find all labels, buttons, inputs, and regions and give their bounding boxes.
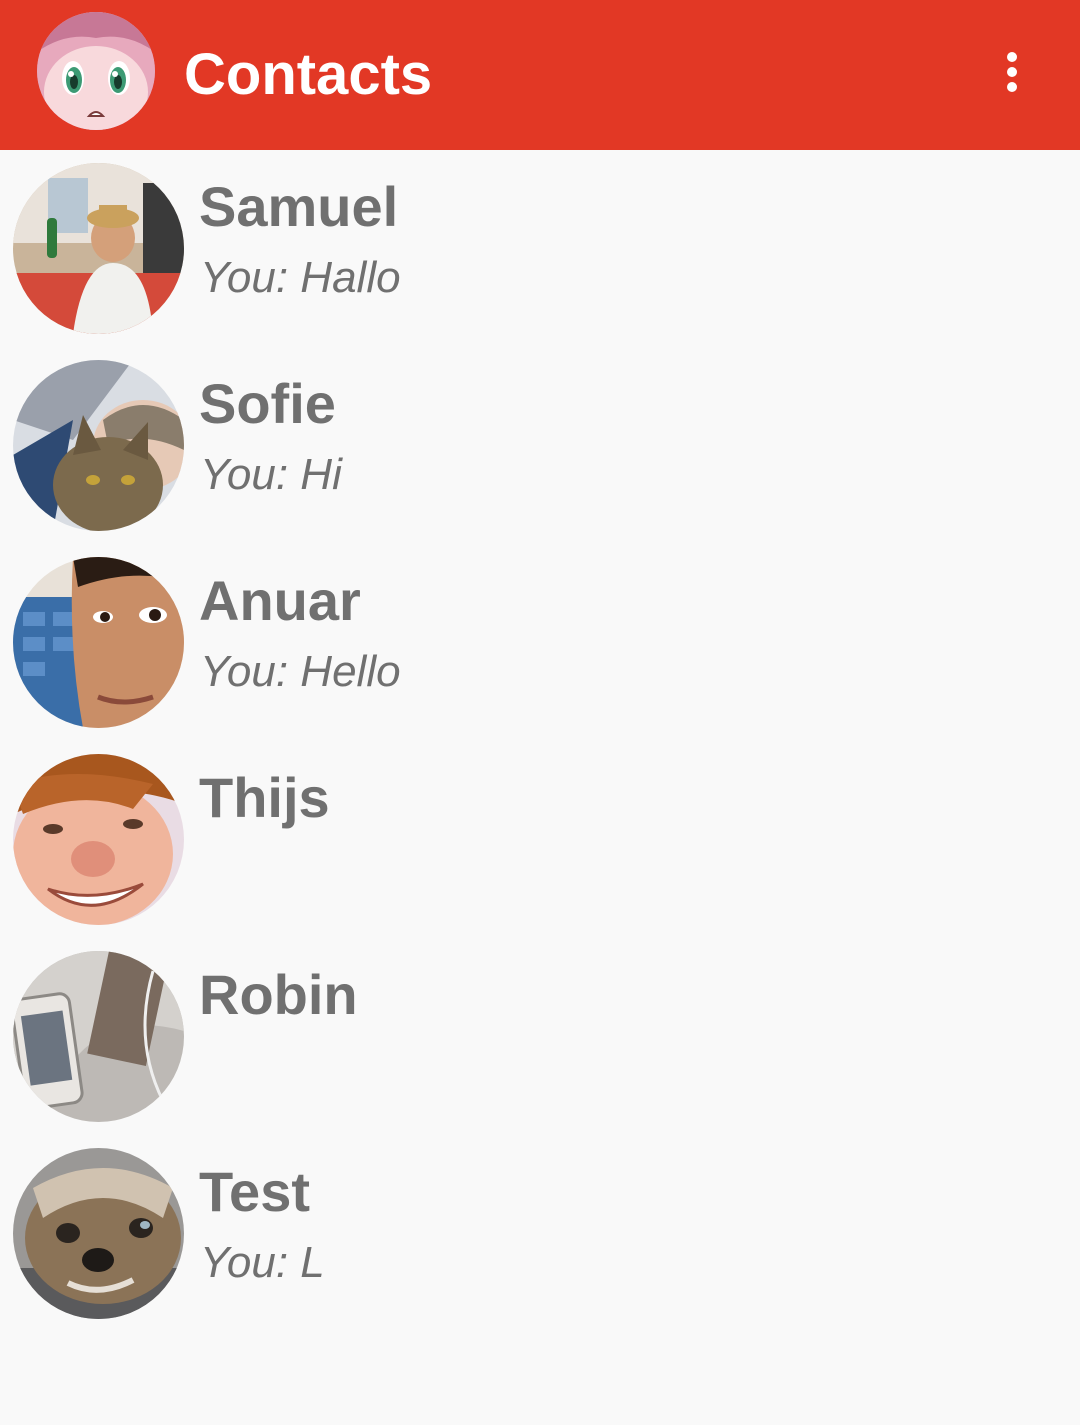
man-with-hat-photo-icon [13, 163, 184, 334]
small-dog-photo-icon [13, 1148, 184, 1319]
contact-name: Sofie [199, 372, 336, 435]
phone-on-table-photo-icon [13, 951, 184, 1122]
contact-name: Robin [199, 963, 358, 1026]
contact-name: Samuel [199, 175, 399, 238]
more-vert-icon[interactable] [990, 40, 1034, 104]
app-title: Contacts [184, 42, 433, 107]
contact-item-thijs[interactable]: Thijs [0, 741, 1080, 938]
contact-name: Test [199, 1160, 310, 1223]
last-message: You: Hallo [200, 253, 401, 302]
anime-girl-avatar-icon [37, 12, 155, 130]
contact-item-samuel[interactable]: Samuel You: Hallo [0, 150, 1080, 347]
contact-name: Thijs [199, 766, 330, 829]
last-message: You: L [200, 1238, 325, 1287]
contact-item-test[interactable]: Test You: L [0, 1135, 1080, 1332]
contact-name: Anuar [199, 569, 361, 632]
contact-item-robin[interactable]: Robin [0, 938, 1080, 1135]
app-bar: Contacts [0, 0, 1080, 150]
person-with-cat-photo-icon [13, 360, 184, 531]
smiling-boy-closeup-photo-icon [13, 754, 184, 925]
contact-item-sofie[interactable]: Sofie You: Hi [0, 347, 1080, 544]
last-message: You: Hello [200, 647, 401, 696]
man-face-closeup-photo-icon [13, 557, 184, 728]
contact-item-anuar[interactable]: Anuar You: Hello [0, 544, 1080, 741]
profile-avatar-icon[interactable] [37, 12, 155, 130]
contact-list: Samuel You: Hallo Sofie You: Hi Anuar Yo… [0, 150, 1080, 1332]
last-message: You: Hi [200, 450, 342, 499]
